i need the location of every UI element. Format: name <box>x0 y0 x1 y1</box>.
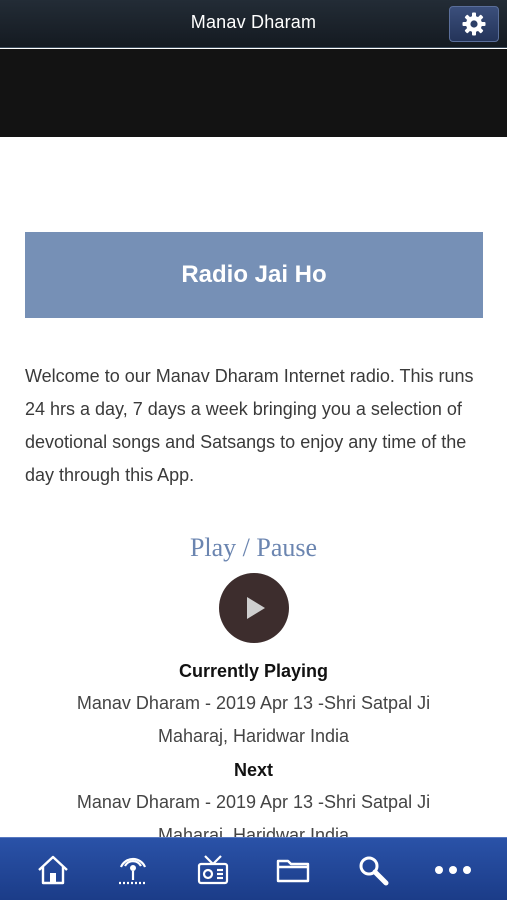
home-icon <box>38 855 68 884</box>
bottom-tab-bar <box>0 837 507 900</box>
main-content: Radio Jai Ho Welcome to our Manav Dharam… <box>0 137 507 837</box>
search-icon <box>359 856 389 885</box>
currently-playing-label: Currently Playing <box>178 661 329 681</box>
next-label: Next <box>233 760 273 780</box>
page-title: Manav Dharam <box>190 12 317 32</box>
tab-search[interactable] <box>333 838 413 900</box>
tab-more[interactable] <box>413 838 493 900</box>
top-bar: Manav Dharam <box>0 0 507 48</box>
broadcast-icon <box>119 857 147 884</box>
media-placeholder <box>0 49 507 137</box>
radio-icon <box>197 854 229 884</box>
currently-playing-track: Manav Dharam - 2019 Apr 13 -Shri Satpal … <box>76 693 431 746</box>
more-icon <box>435 865 471 874</box>
tab-folder[interactable] <box>253 838 333 900</box>
intro-text: Welcome to our Manav Dharam Internet rad… <box>25 366 474 485</box>
next-track: Manav Dharam - 2019 Apr 13 -Shri Satpal … <box>76 792 431 837</box>
tab-radio[interactable] <box>173 838 253 900</box>
banner-title: Radio Jai Ho <box>181 261 327 288</box>
tab-home[interactable] <box>13 838 93 900</box>
tab-broadcast[interactable] <box>93 838 173 900</box>
settings-button[interactable] <box>449 6 499 42</box>
gear-icon <box>462 12 486 36</box>
play-icon <box>247 597 265 619</box>
play-pause-label: Play / Pause <box>189 533 318 562</box>
play-pause-button[interactable] <box>219 573 289 643</box>
radio-banner: Radio Jai Ho <box>25 232 483 318</box>
folder-icon <box>276 859 310 882</box>
